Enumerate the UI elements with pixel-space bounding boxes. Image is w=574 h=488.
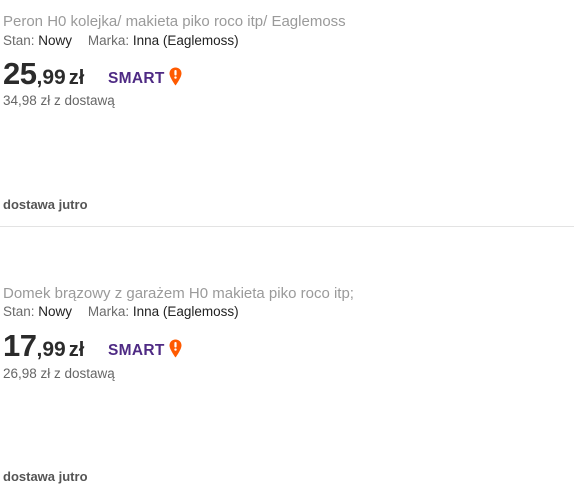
price: 17,99 zł [3, 328, 84, 364]
condition-value: Nowy [38, 33, 73, 48]
brand-label: Marka: [87, 33, 130, 48]
listing-item[interactable]: Domek brązowy z garażem H0 makieta piko … [0, 227, 574, 488]
condition-label: Stan: [3, 304, 35, 319]
listing-params: Stan: Nowy Marka: Inna (Eaglemoss) [3, 33, 239, 48]
brand-label: Marka: [87, 304, 130, 319]
price-decimal: ,99 [36, 66, 66, 89]
listing-title[interactable]: Domek brązowy z garażem H0 makieta piko … [3, 285, 354, 302]
price-currency: zł [68, 339, 85, 361]
smart-label: SMART [108, 70, 165, 87]
condition-label: Stan: [3, 33, 35, 48]
price-integer: 25 [3, 56, 37, 91]
listing-item[interactable]: Peron H0 kolejka/ makieta piko roco itp/… [0, 0, 574, 226]
price-currency: zł [68, 67, 85, 89]
price: 25,99 zł [3, 56, 84, 92]
price-with-shipping: 34,98 zł z dostawą [3, 93, 115, 108]
brand-value: Inna (Eaglemoss) [132, 33, 239, 48]
delivery-info: dostawa jutro [3, 197, 88, 212]
smart-badge: SMART [108, 339, 182, 363]
brand-value: Inna (Eaglemoss) [132, 304, 239, 319]
price-with-shipping: 26,98 zł z dostawą [3, 366, 115, 381]
smart-badge: SMART [108, 67, 182, 91]
price-decimal: ,99 [36, 338, 66, 361]
delivery-info: dostawa jutro [3, 469, 88, 484]
condition-value: Nowy [38, 304, 73, 319]
price-integer: 17 [3, 328, 37, 363]
smart-pin-icon [169, 67, 182, 91]
listing-title[interactable]: Peron H0 kolejka/ makieta piko roco itp/… [3, 13, 346, 30]
smart-pin-icon [169, 339, 182, 363]
smart-label: SMART [108, 342, 165, 359]
listing-params: Stan: Nowy Marka: Inna (Eaglemoss) [3, 304, 239, 319]
